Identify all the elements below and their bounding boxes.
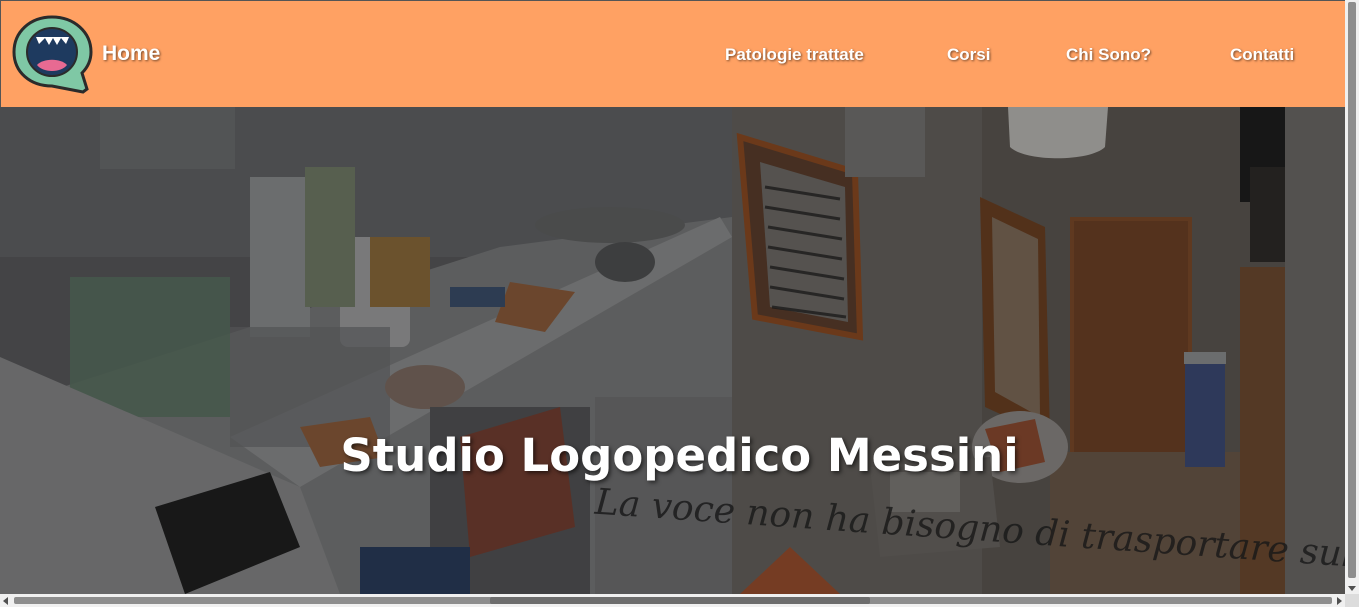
home-link[interactable]: Home	[102, 42, 160, 66]
hero-section: La voce non ha bisogno di trasportare su…	[0, 107, 1345, 594]
horizontal-scrollbar-thumb[interactable]	[490, 597, 870, 604]
top-navbar: Home Patologie trattate Corsi Chi Sono? …	[0, 0, 1345, 107]
scroll-left-arrow-icon[interactable]	[3, 597, 8, 605]
nav-contatti[interactable]: Contatti	[1230, 45, 1294, 65]
hero-background-photo: La voce non ha bisogno di trasportare su…	[0, 107, 1345, 594]
nav-patologie-trattate[interactable]: Patologie trattate	[725, 45, 864, 65]
scroll-right-arrow-icon[interactable]	[1337, 597, 1342, 605]
nav-chi-sono[interactable]: Chi Sono?	[1066, 45, 1151, 65]
scroll-down-arrow-icon[interactable]	[1348, 586, 1356, 591]
logo-mouth-icon[interactable]	[11, 13, 93, 95]
vertical-scrollbar-thumb[interactable]	[1348, 2, 1356, 578]
horizontal-scrollbar[interactable]	[0, 594, 1345, 607]
scrollbar-corner	[1345, 594, 1359, 607]
hero-title: Studio Logopedico Messini	[340, 429, 1019, 482]
nav-corsi[interactable]: Corsi	[947, 45, 990, 65]
vertical-scrollbar[interactable]	[1345, 0, 1359, 594]
